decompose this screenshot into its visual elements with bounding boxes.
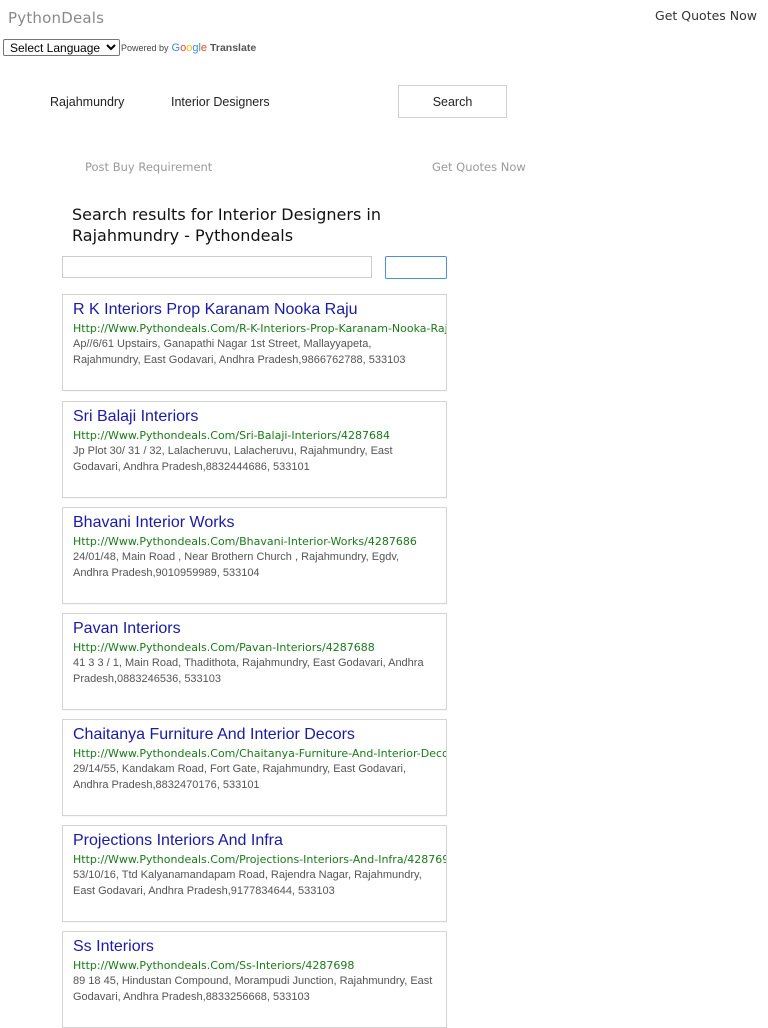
result-title-link[interactable]: Pavan Interiors bbox=[73, 620, 181, 638]
site-logo[interactable]: PythonDeals bbox=[8, 9, 104, 27]
google-logo[interactable]: Google bbox=[172, 42, 208, 54]
results-filter-input[interactable] bbox=[62, 256, 372, 278]
result-title-link[interactable]: R K Interiors Prop Karanam Nooka Raju bbox=[73, 301, 358, 319]
translate-label[interactable]: Translate bbox=[210, 42, 256, 54]
result-address: 29/14/55, Kandakam Road, Fort Gate, Raja… bbox=[73, 763, 407, 791]
result-card: Pavan Interiors Http://Www.Pythondeals.Co… bbox=[62, 613, 447, 710]
result-address: Jp Plot 30/ 31 / 32, Lalacheruvu, Lalach… bbox=[73, 445, 393, 473]
result-url-link[interactable]: Http://Www.Pythondeals.Com/R-K-Interiors… bbox=[73, 322, 446, 335]
result-title-link[interactable]: Bhavani Interior Works bbox=[73, 514, 235, 532]
powered-by-label: Powered by bbox=[121, 43, 169, 53]
result-url-link[interactable]: Http://Www.Pythondeals.Com/Pavan-Interio… bbox=[73, 641, 375, 654]
get-quotes-header-link[interactable]: Get Quotes Now bbox=[655, 8, 757, 23]
result-card: Projections Interiors And Infra Http://Ww… bbox=[62, 825, 447, 922]
results-heading: Search results for Interior Designers in… bbox=[72, 205, 381, 245]
city-selector[interactable]: Rajahmundry bbox=[50, 95, 124, 109]
result-card: Bhavani Interior Works Http://Www.Pythond… bbox=[62, 507, 447, 604]
result-card: Sri Balaji Interiors Http://Www.Pythondea… bbox=[62, 401, 447, 498]
language-select[interactable]: Select Language bbox=[3, 39, 120, 56]
result-url-link[interactable]: Http://Www.Pythondeals.Com/Bhavani-Inter… bbox=[73, 535, 417, 548]
get-quotes-link[interactable]: Get Quotes Now bbox=[432, 160, 526, 174]
result-title-link[interactable]: Ss Interiors bbox=[73, 938, 154, 956]
category-selector[interactable]: Interior Designers bbox=[171, 95, 270, 109]
result-address: 24/01/48, Main Road , Near Brothern Chur… bbox=[73, 551, 400, 579]
result-address: Ap//6/61 Upstairs, Ganapathi Nagar 1st S… bbox=[73, 338, 406, 366]
result-title-link[interactable]: Sri Balaji Interiors bbox=[73, 408, 198, 426]
result-url-link[interactable]: Http://Www.Pythondeals.Com/Projections-I… bbox=[73, 853, 446, 866]
result-url-link[interactable]: Http://Www.Pythondeals.Com/Sri-Balaji-In… bbox=[73, 429, 390, 442]
result-address: 89 18 45, Hindustan Compound, Morampudi … bbox=[73, 975, 433, 1003]
result-url-link[interactable]: Http://Www.Pythondeals.Com/Chaitanya-Fur… bbox=[73, 747, 446, 760]
post-buy-requirement-link[interactable]: Post Buy Requirement bbox=[85, 160, 212, 174]
result-title-link[interactable]: Projections Interiors And Infra bbox=[73, 832, 283, 850]
result-card: R K Interiors Prop Karanam Nooka Raju Htt… bbox=[62, 294, 447, 391]
google-translate-attribution: Powered by Google Translate bbox=[121, 42, 256, 54]
result-address: 53/10/16, Ttd Kalyanamandapam Road, Raje… bbox=[73, 869, 422, 897]
result-url-link[interactable]: Http://Www.Pythondeals.Com/Ss-Interiors/… bbox=[73, 959, 354, 972]
result-card: Ss Interiors Http://Www.Pythondeals.Com/S… bbox=[62, 931, 447, 1028]
results-filter-button[interactable] bbox=[385, 256, 447, 279]
result-address: 41 3 3 / 1, Main Road, Thadithota, Rajah… bbox=[73, 657, 424, 685]
search-button[interactable]: Search bbox=[398, 85, 507, 118]
result-card: Chaitanya Furniture And Interior Decors H… bbox=[62, 719, 447, 816]
result-title-link[interactable]: Chaitanya Furniture And Interior Decors bbox=[73, 726, 355, 744]
